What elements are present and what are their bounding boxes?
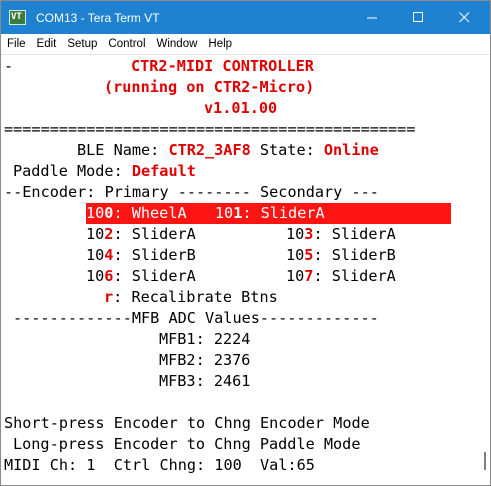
encoder-row[interactable]: 104: SliderB <box>86 245 196 266</box>
encoder-secondary-name: : SliderA <box>313 267 396 285</box>
menu-help[interactable]: Help <box>202 38 237 50</box>
tera-term-app-icon[interactable]: VT <box>9 10 26 25</box>
terminal-screen[interactable]: - CTR2-MIDI CONTROLLER (running on CTR2-… <box>4 56 479 483</box>
encoder-id-prefix: 10 <box>86 246 105 264</box>
minimize-icon <box>366 17 377 19</box>
encoder-primary-name: : SliderA <box>113 225 196 243</box>
menu-bar: File Edit Setup Control Window Help <box>1 34 490 55</box>
encoder-id-prefix: 10 <box>214 204 234 222</box>
minimize-button[interactable] <box>350 1 394 34</box>
encoder-id-prefix: 10 <box>86 267 105 285</box>
mfb1-value: MFB1: 2224 <box>159 330 251 348</box>
maximize-icon <box>412 12 423 22</box>
help-short-press: Short-press Encoder to Chng Encoder Mode <box>4 414 370 432</box>
encoder-secondary-name: : SliderB <box>313 246 396 264</box>
window-title: COM13 - Tera Term VT <box>36 10 160 25</box>
help-long-press: Long-press Encoder to Chng Paddle Mode <box>13 435 361 453</box>
midi-status-line: MIDI Ch: 1 Ctrl Chng: 100 Val:65 <box>4 456 315 474</box>
encoder-primary-name: : SliderB <box>113 246 196 264</box>
mfb2-value: MFB2: 2376 <box>159 351 251 369</box>
encoder-id-prefix: 10 <box>86 225 105 243</box>
firmware-version: v1.01.00 <box>204 99 278 117</box>
maximize-button[interactable] <box>396 1 440 34</box>
encoder-primary-name: : SliderA <box>113 267 196 285</box>
encoder-row-selected[interactable]: 100: WheelA 101: SliderA <box>86 203 451 224</box>
menu-file[interactable]: File <box>1 38 31 50</box>
encoder-row[interactable]: 102: SliderA <box>86 224 196 245</box>
separator-line: ========================================… <box>4 120 416 138</box>
recalibrate-key: r <box>104 288 114 306</box>
state-value: Online <box>323 141 379 159</box>
encoder-primary-name: : WheelA <box>113 204 205 222</box>
paddle-mode-value: Default <box>131 162 196 180</box>
menu-setup[interactable]: Setup <box>61 38 102 50</box>
terminal-text-cursor <box>484 452 486 470</box>
recalibrate-option[interactable]: r: Recalibrate Btns <box>104 287 278 308</box>
encoder-secondary-name: : SliderA <box>242 204 325 222</box>
encoder-header: --Encoder: Primary -------- Secondary --… <box>4 183 379 201</box>
encoder-id-prefix: 10 <box>286 246 305 264</box>
mfb3-value: MFB3: 2461 <box>159 372 251 390</box>
header-subtitle: (running on CTR2-Micro) <box>104 78 315 96</box>
paddle-mode-line: Paddle Mode: Default <box>13 161 196 182</box>
encoder-secondary-name: : SliderA <box>313 225 396 243</box>
mfb-header: -------------MFB ADC Values------------- <box>13 309 379 327</box>
state-label: State: <box>250 141 324 159</box>
ble-label: BLE Name: <box>77 141 169 159</box>
close-button[interactable] <box>442 1 486 34</box>
menu-control[interactable]: Control <box>102 38 150 50</box>
menu-window[interactable]: Window <box>151 38 203 50</box>
menu-edit[interactable]: Edit <box>31 38 62 50</box>
app-icon-text: VT <box>11 12 22 22</box>
paddle-label: Paddle Mode: <box>13 162 132 180</box>
title-bar[interactable]: VT COM13 - Tera Term VT <box>1 1 490 34</box>
encoder-id-prefix: 10 <box>86 204 105 222</box>
encoder-id-prefix: 10 <box>286 225 305 243</box>
ble-name-value: CTR2_3AF8 <box>168 141 251 159</box>
encoder-row[interactable]: 106: SliderA <box>86 266 196 287</box>
terminal-cursor-mark: - <box>4 57 14 75</box>
recalibrate-label: : Recalibrate Btns <box>113 288 278 306</box>
encoder-row-secondary[interactable]: 105: SliderB <box>286 245 396 266</box>
header-title: CTR2-MIDI CONTROLLER <box>131 57 314 75</box>
encoder-id-prefix: 10 <box>286 267 305 285</box>
encoder-row-secondary[interactable]: 107: SliderA <box>286 266 396 287</box>
close-icon <box>458 12 469 23</box>
encoder-id-digit: 1 <box>233 204 243 222</box>
ble-status-line: BLE Name: CTR2_3AF8 State: Online <box>77 140 379 161</box>
encoder-row-secondary[interactable]: 103: SliderA <box>286 224 396 245</box>
